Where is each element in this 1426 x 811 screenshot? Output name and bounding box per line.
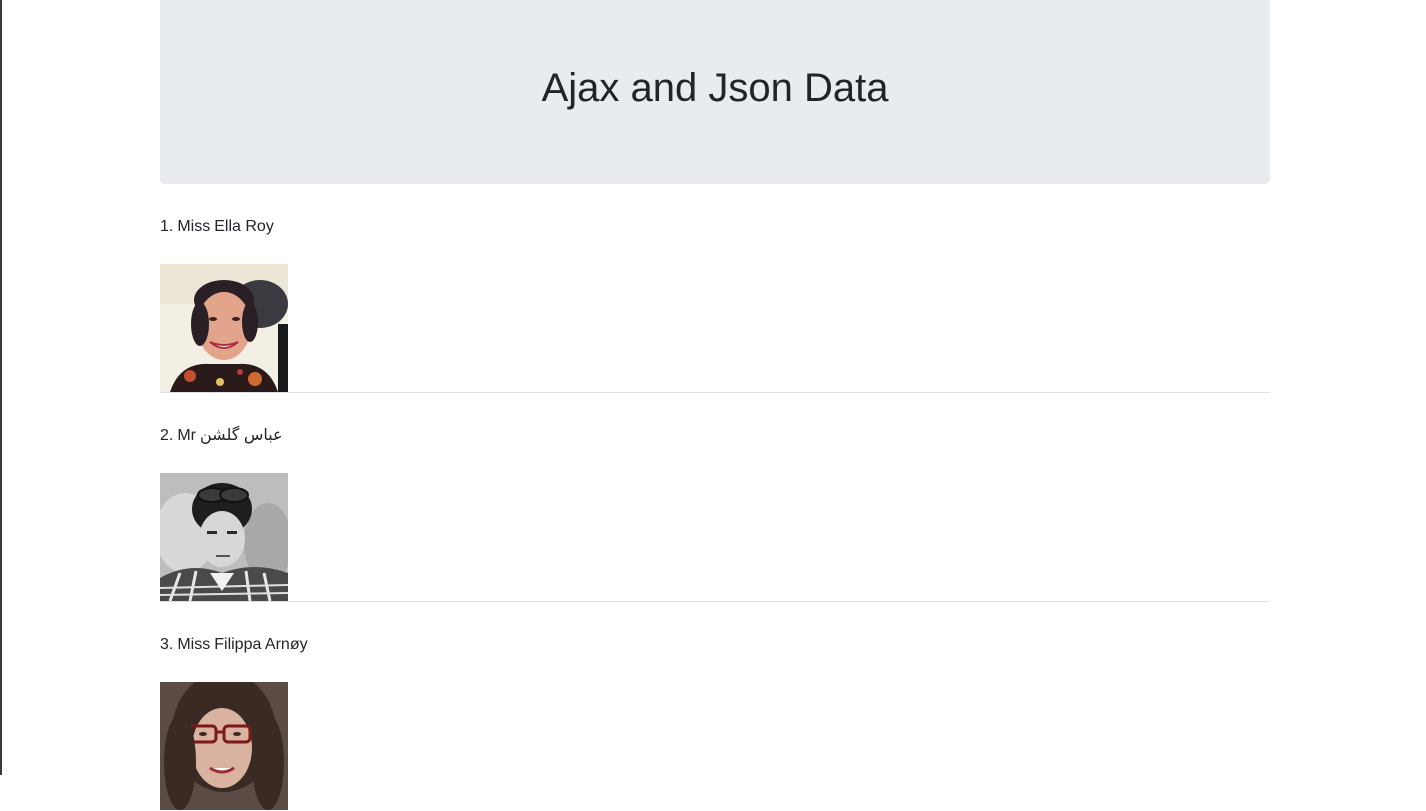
user-name: 2. Mr عباس گلشن	[160, 425, 1270, 447]
list-item: 3. Miss Filippa Arnøy	[160, 602, 1270, 811]
user-title: Mr	[177, 427, 196, 444]
avatar	[160, 473, 288, 601]
page-header: Ajax and Json Data	[160, 0, 1270, 184]
user-name: 1. Miss Ella Roy	[160, 216, 1270, 238]
user-list: 1. Miss Ella Roy 2. Mr عباس گلشن 3. Miss…	[160, 184, 1270, 811]
user-photo-1	[160, 264, 288, 392]
list-item: 2. Mr عباس گلشن	[160, 393, 1270, 602]
user-full-name: عباس گلشن	[200, 427, 283, 444]
avatar	[160, 264, 288, 392]
user-full-name: Ella Roy	[214, 218, 274, 235]
user-index: 1.	[160, 218, 174, 235]
window-left-border	[0, 0, 2, 775]
page-title: Ajax and Json Data	[541, 66, 889, 110]
user-photo-3	[160, 682, 288, 810]
user-name: 3. Miss Filippa Arnøy	[160, 634, 1270, 656]
user-index: 3.	[160, 636, 174, 653]
avatar	[160, 682, 288, 810]
user-photo-2	[160, 473, 288, 601]
user-title: Miss	[177, 636, 211, 653]
list-item: 1. Miss Ella Roy	[160, 184, 1270, 393]
user-index: 2.	[160, 427, 174, 444]
user-title: Miss	[177, 218, 211, 235]
user-full-name: Filippa Arnøy	[214, 636, 308, 653]
main-container: Ajax and Json Data 1. Miss Ella Roy 2. M…	[160, 0, 1270, 811]
